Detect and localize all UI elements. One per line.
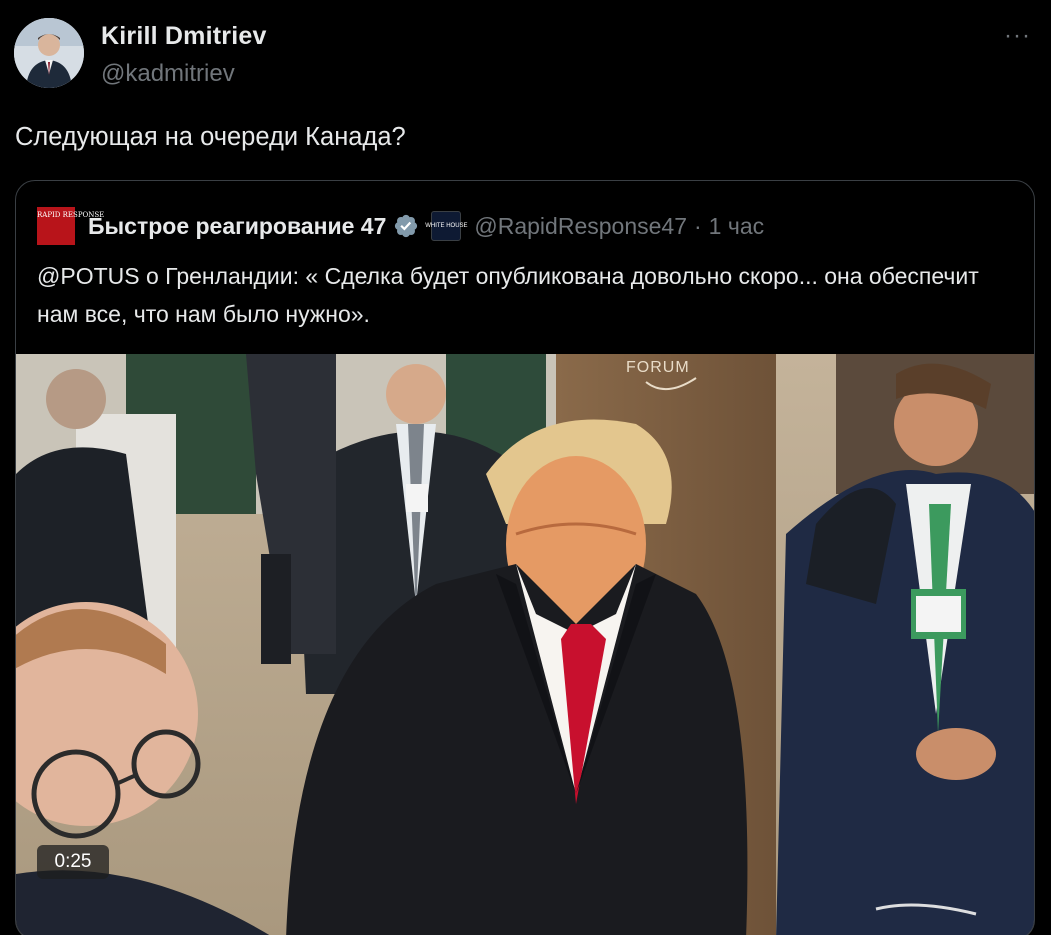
separator-dot: · (693, 212, 702, 239)
quoted-tweet-text: @POTUS о Гренландии: « Сделка будет опуб… (37, 263, 979, 327)
affiliate-badge-text: WHITE HOUSE (425, 223, 468, 229)
author-name[interactable]: Kirill Dmitriev (101, 22, 267, 51)
video-frame: FORUM (16, 354, 1034, 935)
author-handle[interactable]: @kadmitriev (101, 60, 235, 88)
video-player[interactable]: FORUM 0:25 (16, 354, 1034, 935)
verified-badge-icon (393, 213, 419, 239)
video-duration-badge: 0:25 (37, 845, 109, 879)
quoted-author-name[interactable]: Быстрое реагирование 47 (88, 213, 386, 240)
quoted-author-handle[interactable]: @RapidResponse47 (474, 213, 687, 240)
author-avatar[interactable] (14, 18, 84, 88)
avatar-photo (14, 18, 84, 88)
quoted-tweet-card[interactable]: RAPID RESPONSE Быстрое реагирование 47 W… (15, 180, 1035, 935)
affiliate-badge-icon[interactable]: WHITE HOUSE (425, 211, 468, 241)
quoted-timestamp[interactable]: 1 час (709, 213, 764, 240)
quoted-tweet-header: RAPID RESPONSE Быстрое реагирование 47 W… (37, 207, 764, 245)
rapid-response-logo[interactable]: RAPID RESPONSE (37, 207, 104, 245)
forum-sign-text: FORUM (626, 359, 690, 376)
more-options-icon[interactable]: ··· (1004, 24, 1031, 48)
tweet-text: Следующая на очереди Канада? (15, 123, 406, 151)
